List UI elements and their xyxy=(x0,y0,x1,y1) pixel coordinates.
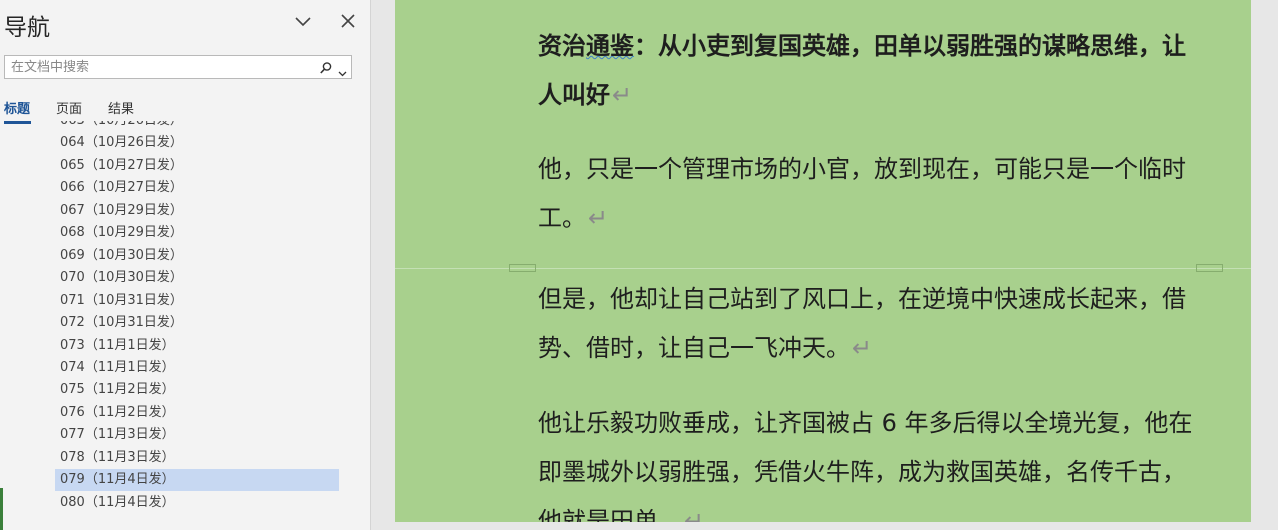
heading-item[interactable]: 077（11月3日发） xyxy=(55,424,339,446)
heading-item[interactable]: 074（11月1日发） xyxy=(55,357,339,379)
chevron-down-icon[interactable] xyxy=(292,10,314,32)
search-icon[interactable] xyxy=(319,60,333,74)
heading-item[interactable]: 072（10月31日发） xyxy=(55,312,339,334)
paragraph-mark-icon: ↵ xyxy=(852,334,873,362)
paragraph-mark-icon: ↵ xyxy=(588,204,609,232)
paragraph-1[interactable]: 他，只是一个管理市场的小官，放到现在，可能只是一个临时工。↵ xyxy=(538,145,1203,243)
paragraph-mark-icon: ↵ xyxy=(684,507,705,522)
heading-item[interactable]: 076（11月2日发） xyxy=(55,402,339,424)
paragraph-2[interactable]: 但是，他却让自己站到了风口上，在逆境中快速成长起来，借势、借时，让自己一飞冲天。… xyxy=(538,275,1203,373)
paragraph-text: 他让乐毅功败垂成，让齐国被占 6 年多后得以全境光复，他在即墨城外以弱胜强，凭借… xyxy=(538,409,1193,522)
heading-item[interactable]: 063（10月26日发） xyxy=(55,121,339,132)
paragraph-text: 他，只是一个管理市场的小官，放到现在，可能只是一个临时工。 xyxy=(538,155,1186,232)
tab-pages[interactable]: 页面 xyxy=(56,98,82,117)
title-text-rest: ：从小吏到复国英雄，田单以弱胜强的谋略思维，让人叫好 xyxy=(538,32,1186,109)
search-box xyxy=(4,55,352,79)
paragraph-3[interactable]: 他让乐毅功败垂成，让齐国被占 6 年多后得以全境光复，他在即墨城外以弱胜强，凭借… xyxy=(538,399,1203,522)
window-edge-strip xyxy=(0,488,3,530)
tab-results[interactable]: 结果 xyxy=(108,98,134,117)
heading-item[interactable]: 078（11月3日发） xyxy=(55,447,339,469)
heading-item[interactable]: 067（10月29日发） xyxy=(55,200,339,222)
search-options-dropdown-icon[interactable] xyxy=(338,63,347,77)
margin-corner-mark-right xyxy=(1196,264,1223,272)
heading-item[interactable]: 075（11月2日发） xyxy=(55,379,339,401)
navigation-pane: 导航 标题 页面 结果 063（10月26日发）064（10月26日发）065（… xyxy=(0,0,371,530)
tab-headings[interactable]: 标题 xyxy=(4,98,30,117)
article-title[interactable]: 资治通鉴：从小吏到复国英雄，田单以弱胜强的谋略思维，让人叫好↵ xyxy=(538,22,1203,120)
nav-pane-title: 导航 xyxy=(4,15,50,41)
heading-item[interactable]: 068（10月29日发） xyxy=(55,222,339,244)
heading-item[interactable]: 071（10月31日发） xyxy=(55,290,339,312)
heading-item[interactable]: 080（11月4日发） xyxy=(55,492,339,514)
title-text-start: 资治 xyxy=(538,32,586,60)
heading-item[interactable]: 070（10月30日发） xyxy=(55,267,339,289)
title-spellcheck-word: 通鉴 xyxy=(586,32,634,60)
search-input[interactable] xyxy=(5,56,321,78)
paragraph-mark-icon: ↵ xyxy=(612,81,633,109)
heading-item[interactable]: 066（10月27日发） xyxy=(55,177,339,199)
heading-list: 063（10月26日发）064（10月26日发）065（10月27日发）066（… xyxy=(0,121,370,530)
heading-item[interactable]: 073（11月1日发） xyxy=(55,335,339,357)
document-page[interactable]: 资治通鉴：从小吏到复国英雄，田单以弱胜强的谋略思维，让人叫好↵ 他，只是一个管理… xyxy=(395,0,1251,522)
close-icon[interactable] xyxy=(337,10,359,32)
heading-item[interactable]: 069（10月30日发） xyxy=(55,245,339,267)
heading-item[interactable]: 065（10月27日发） xyxy=(55,155,339,177)
heading-item[interactable]: 079（11月4日发） xyxy=(55,469,339,492)
margin-corner-mark-left xyxy=(509,264,536,272)
heading-item[interactable]: 064（10月26日发） xyxy=(55,132,339,154)
